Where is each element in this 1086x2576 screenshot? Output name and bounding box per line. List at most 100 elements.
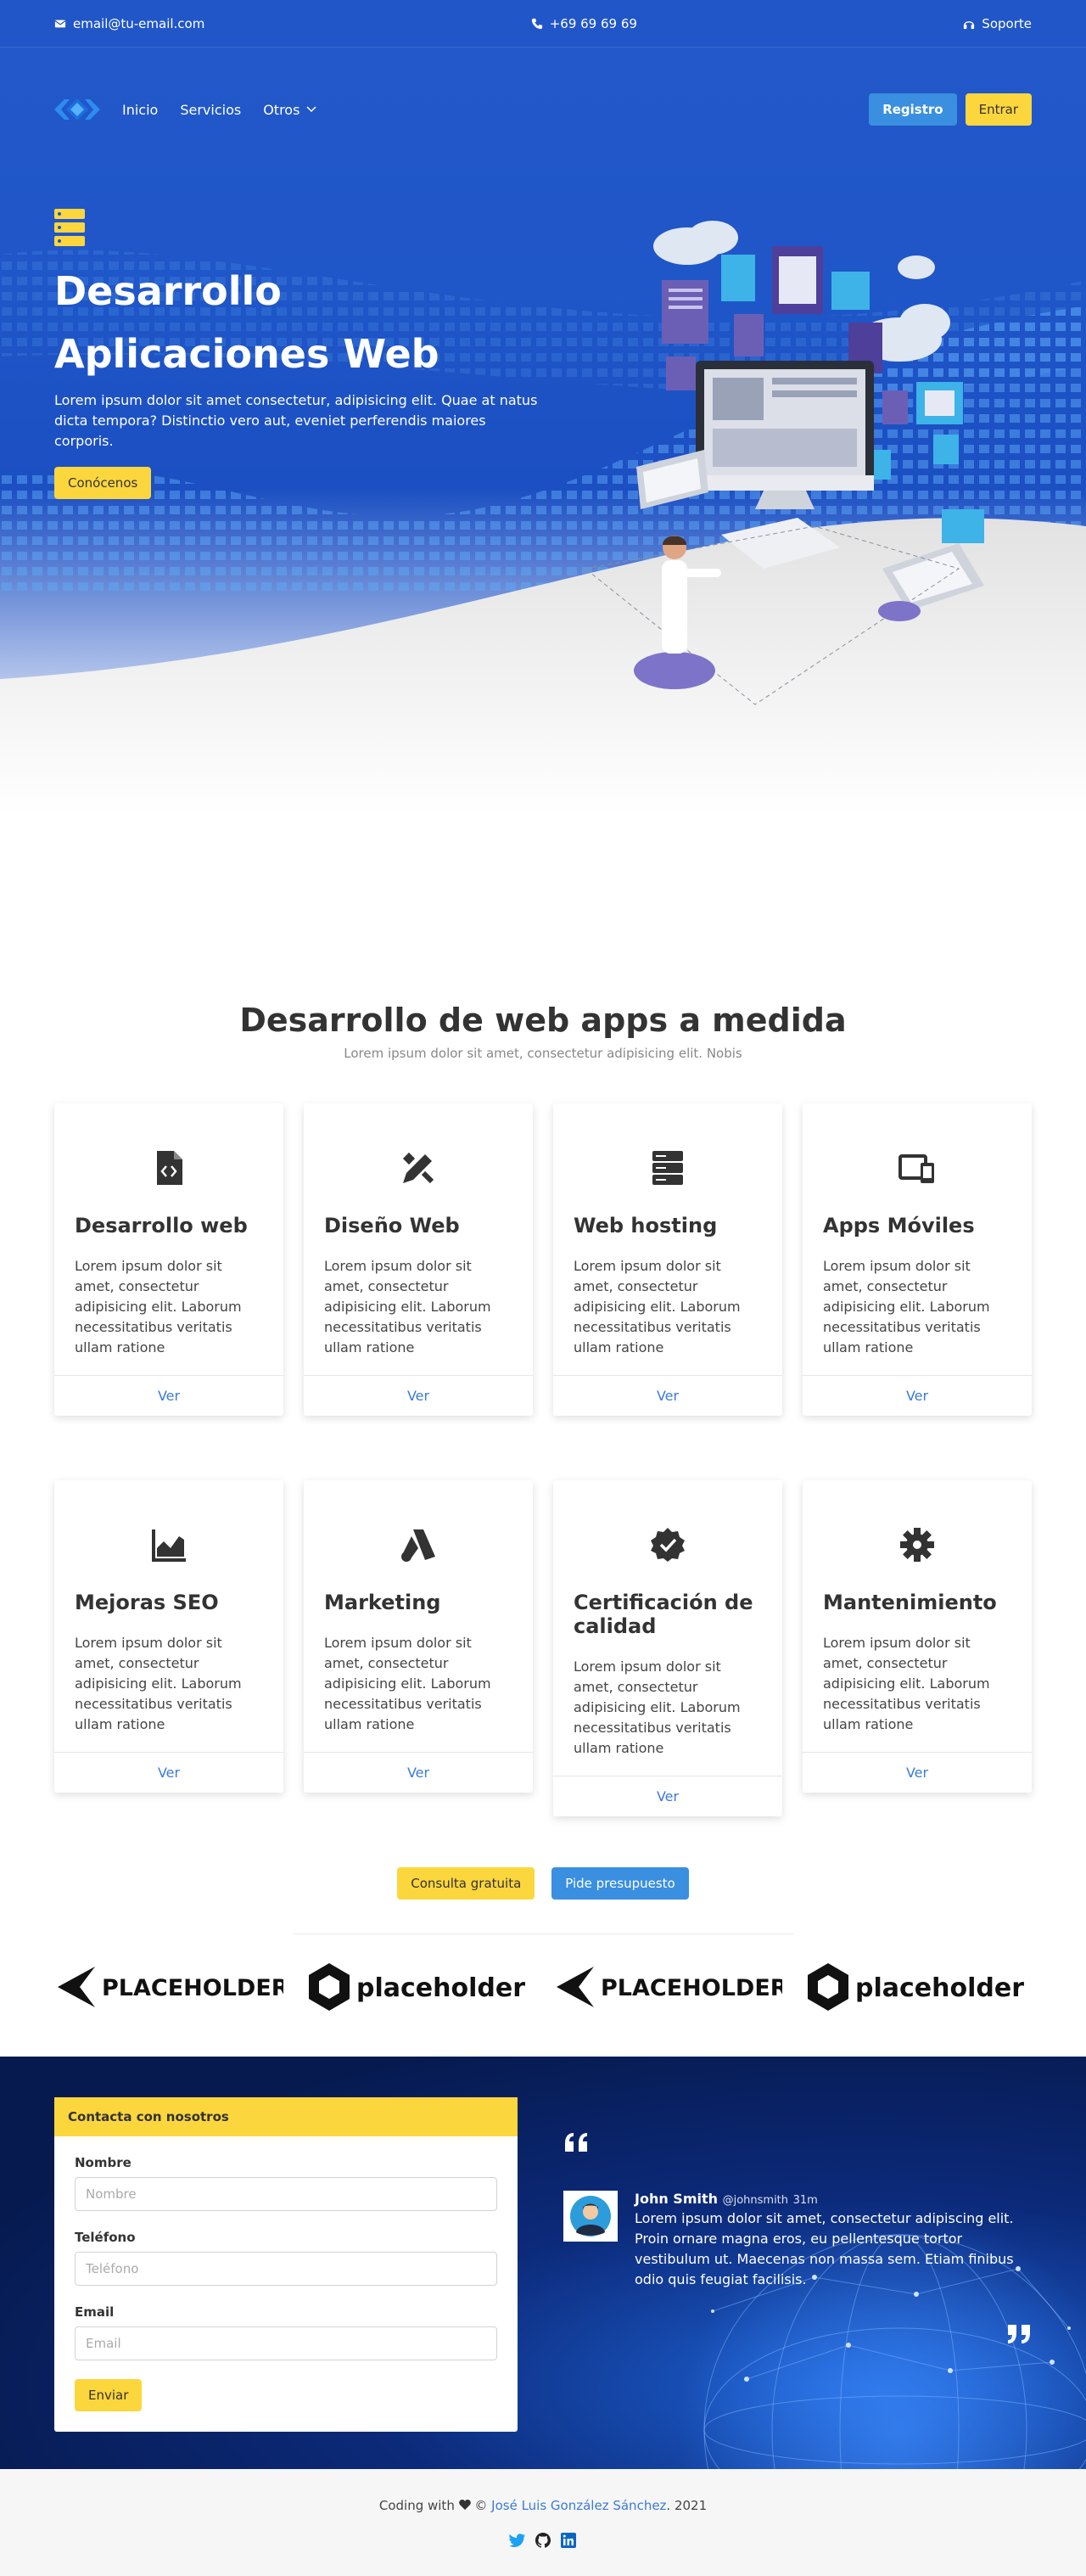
social-links (0, 2532, 1086, 2549)
footer-copyright: © (474, 2498, 488, 2513)
register-button[interactable]: Registro (869, 93, 957, 126)
avatar (563, 2191, 618, 2242)
envelope-icon (54, 20, 66, 28)
service-card-link[interactable]: Ver (553, 1776, 782, 1816)
services-section: Desarrollo de web apps a medida Lorem ip… (0, 815, 1086, 2014)
main-nav: Inicio Servicios Otros Registro Entrar (0, 90, 1086, 129)
submit-button[interactable]: Enviar (75, 2379, 143, 2411)
name-input[interactable] (75, 2177, 497, 2211)
service-card-title: Desarrollo web (75, 1214, 248, 1237)
heart-icon (458, 2500, 471, 2510)
testimonial-handle: @johnsmith (722, 2194, 789, 2207)
adwords-icon (401, 1529, 435, 1562)
partner-logo-text: placeholder (356, 1973, 525, 2003)
testimonial-author: John Smith @johnsmith 31m (635, 2191, 1032, 2207)
partner-logo: placeholder (803, 1960, 1032, 2014)
cta-group: Consulta gratuita Pide presupuesto (54, 1867, 1032, 1900)
brand-logo[interactable] (54, 96, 100, 123)
service-card-link[interactable]: Ver (54, 1375, 283, 1416)
hero-title-line2: Aplicaciones Web (54, 331, 439, 377)
server-icon (652, 1151, 683, 1185)
service-card: Apps Móviles Lorem ipsum dolor sit amet,… (803, 1103, 1032, 1416)
contact-form: Contacta con nosotros Nombre Teléfono Em… (54, 2097, 518, 2432)
services-subtitle: Lorem ipsum dolor sit amet, consectetur … (344, 1046, 742, 1061)
service-card: Marketing Lorem ipsum dolor sit amet, co… (304, 1480, 533, 1793)
service-card-title: Certificación de calidad (574, 1591, 753, 1638)
service-card: Mejoras SEO Lorem ipsum dolor sit amet, … (54, 1480, 283, 1793)
partner-logo: placeholder (304, 1960, 533, 2014)
service-card-text: Lorem ipsum dolor sit amet, consectetur … (574, 1658, 741, 1756)
service-card-link[interactable]: Ver (54, 1752, 283, 1793)
footer: Coding with © José Luis González Sánchez… (0, 2469, 1086, 2576)
service-card: Mantenimiento Lorem ipsum dolor sit amet… (803, 1480, 1032, 1793)
file-code-icon (157, 1151, 182, 1185)
nav-link-inicio[interactable]: Inicio (122, 102, 158, 118)
topbar-phone[interactable]: +69 69 69 69 (531, 16, 637, 31)
service-card-text: Lorem ipsum dolor sit amet, consectetur … (324, 1258, 491, 1355)
service-card-link[interactable]: Ver (304, 1752, 533, 1793)
services-grid-row-1: Desarrollo web Lorem ipsum dolor sit ame… (54, 1103, 1032, 1416)
topbar-support-text: Soporte (982, 16, 1032, 31)
user-avatar-icon (570, 2196, 611, 2236)
testimonial-time: 31m (792, 2194, 818, 2207)
email-input[interactable] (75, 2326, 497, 2360)
topbar-support[interactable]: Soporte (963, 16, 1032, 31)
server-stack-icon (54, 209, 85, 246)
phone-input[interactable] (75, 2252, 497, 2286)
chevron-down-icon (306, 106, 316, 113)
partner-logo: PLACEHOLDER (553, 1960, 782, 2014)
topbar: email@tu-email.com +69 69 69 69 Soporte (0, 0, 1086, 48)
service-card-link[interactable]: Ver (553, 1375, 782, 1416)
service-card: Desarrollo web Lorem ipsum dolor sit ame… (54, 1103, 283, 1416)
phone-icon (531, 18, 542, 30)
service-card: Diseño Web Lorem ipsum dolor sit amet, c… (304, 1103, 533, 1416)
service-card-text: Lorem ipsum dolor sit amet, consectetur … (823, 1258, 990, 1355)
linkedin-icon[interactable] (560, 2532, 577, 2549)
quote-close-icon (1008, 2325, 1030, 2343)
partner-logo-text: PLACEHOLDER (601, 1975, 782, 2001)
hero-content: Desarrollo Aplicaciones Web Lorem ipsum … (54, 209, 546, 499)
topbar-email[interactable]: email@tu-email.com (54, 16, 204, 31)
service-card-title: Web hosting (574, 1214, 718, 1237)
section-divider (293, 1933, 793, 1934)
request-quote-button[interactable]: Pide presupuesto (551, 1867, 689, 1900)
login-button[interactable]: Entrar (965, 93, 1032, 126)
hero-cta-button[interactable]: Conócenos (54, 467, 152, 499)
placeholder-logo-hex: placeholder (808, 1963, 1024, 2011)
github-icon[interactable] (535, 2532, 551, 2549)
placeholder-logo-arrow: PLACEHOLDER (58, 1967, 283, 2007)
topbar-email-text: email@tu-email.com (73, 16, 205, 31)
devices-icon (898, 1154, 934, 1183)
nav-link-otros[interactable]: Otros (263, 102, 316, 118)
name-label: Nombre (75, 2155, 132, 2170)
quote-open-icon (565, 2133, 587, 2152)
service-card-link[interactable]: Ver (803, 1375, 1032, 1416)
design-tools-icon (402, 1152, 434, 1184)
testimonial-name: John Smith (635, 2191, 719, 2207)
footer-prefix: Coding with (378, 2498, 455, 2513)
service-card-title: Apps Móviles (823, 1214, 975, 1237)
service-card-title: Marketing (324, 1591, 441, 1614)
service-card-text: Lorem ipsum dolor sit amet, consectetur … (574, 1258, 741, 1355)
partner-logo-text: placeholder (855, 1973, 1024, 2003)
free-consultation-button[interactable]: Consulta gratuita (397, 1867, 535, 1900)
service-card-title: Mejoras SEO (75, 1591, 219, 1614)
service-card-text: Lorem ipsum dolor sit amet, consectetur … (324, 1635, 491, 1732)
partner-logo: PLACEHOLDER (54, 1960, 283, 2014)
placeholder-logo-hex: placeholder (309, 1963, 525, 2011)
service-card-link[interactable]: Ver (304, 1375, 533, 1416)
contact-section: Contacta con nosotros Nombre Teléfono Em… (0, 2057, 1086, 2469)
twitter-icon[interactable] (509, 2532, 526, 2549)
partner-logos: PLACEHOLDER placeholder PLACEHOLDER plac… (54, 1960, 1032, 2014)
service-card-link[interactable]: Ver (803, 1752, 1032, 1793)
chart-icon (152, 1529, 186, 1562)
topbar-phone-text: +69 69 69 69 (549, 16, 637, 31)
hero-section: email@tu-email.com +69 69 69 69 Soporte (0, 0, 1086, 815)
author-link[interactable]: José Luis González Sánchez (491, 2498, 666, 2513)
gear-icon (900, 1528, 934, 1562)
service-card-title: Mantenimiento (823, 1591, 997, 1614)
service-card-text: Lorem ipsum dolor sit amet, consectetur … (75, 1635, 242, 1732)
nav-link-servicios[interactable]: Servicios (180, 102, 241, 118)
service-card: Web hosting Lorem ipsum dolor sit amet, … (553, 1103, 782, 1416)
nav-link-otros-label: Otros (263, 101, 300, 118)
